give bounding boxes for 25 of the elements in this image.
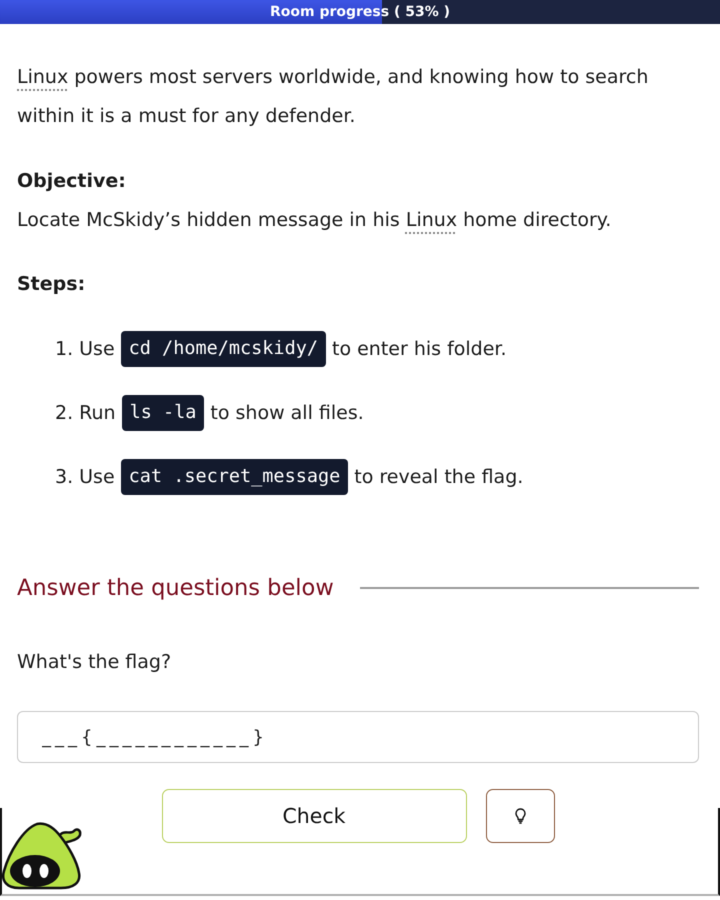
check-button[interactable]: Check — [162, 789, 466, 843]
glossary-term[interactable]: Linux — [17, 66, 68, 88]
glossary-term[interactable]: Linux — [406, 209, 458, 231]
questions-heading: Answer the questions below — [17, 574, 334, 603]
step-text: to reveal the flag. — [354, 466, 524, 488]
step-text: Use — [79, 466, 115, 488]
answer-field[interactable]: ___{____________} — [17, 711, 699, 763]
code-snippet: cat .secret_message — [120, 459, 348, 495]
step-number: 3. — [55, 466, 74, 488]
step-text: Run — [79, 402, 116, 424]
step-text: to enter his folder. — [332, 338, 507, 360]
step-text: Use — [79, 338, 115, 360]
step-text: to show all files. — [210, 402, 364, 424]
question-text: What's the flag? — [17, 650, 172, 675]
section-heading: Objective: — [17, 169, 126, 194]
objective-text: Locate McSkidy’s hidden message in his Linux home directory. — [17, 208, 612, 233]
intro-paragraph: Linux powers most servers worldwide, and knowing how to search within it is a must for any defender. — [17, 65, 650, 129]
section-heading: Steps: — [17, 272, 86, 297]
step-number: 2. — [55, 402, 74, 424]
lightbulb-icon — [514, 808, 526, 824]
code-snippet: cd /home/mcskidy/ — [120, 331, 326, 367]
mascot-icon[interactable] — [1, 821, 83, 891]
hint-button[interactable] — [486, 789, 554, 843]
step-number: 1. — [55, 338, 74, 360]
code-snippet: ls -la — [122, 395, 204, 431]
